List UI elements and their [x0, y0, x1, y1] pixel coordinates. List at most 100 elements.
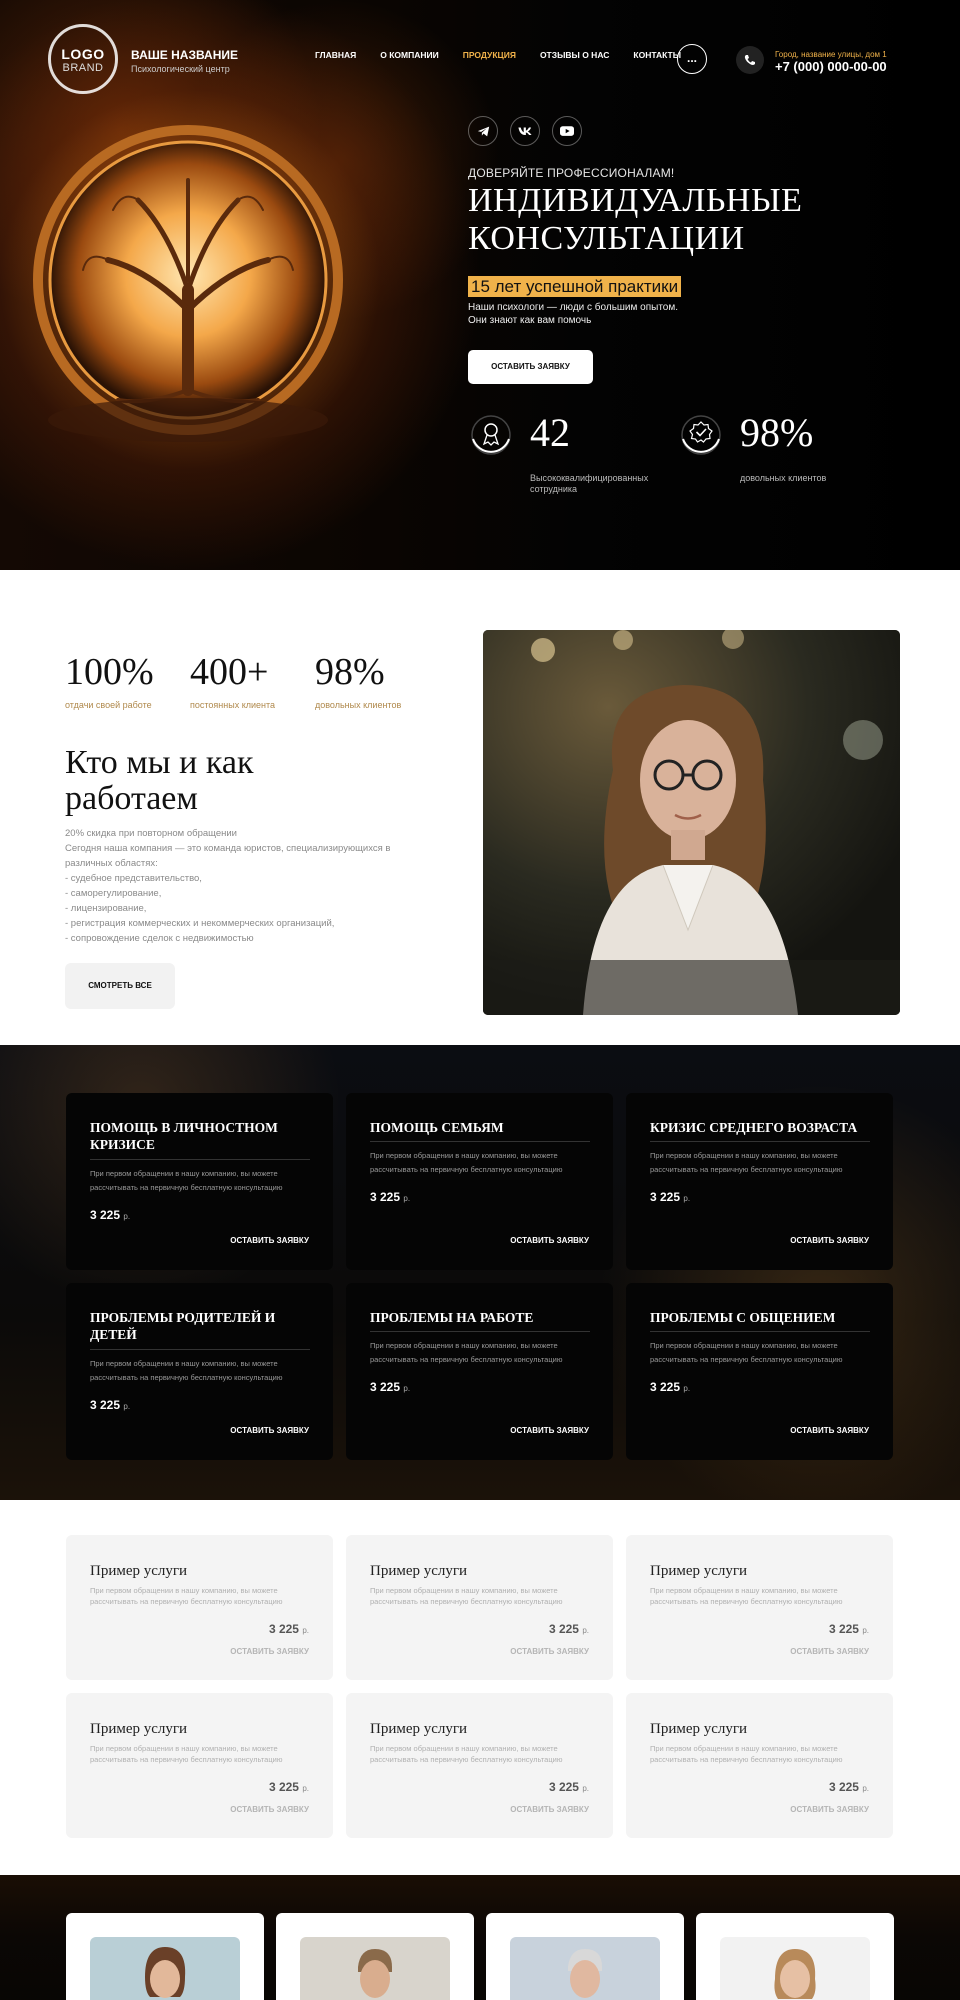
service-title: Пример услуги [90, 1563, 188, 1579]
youtube-icon[interactable] [552, 116, 582, 146]
service-description: При первом обращении в нашу компанию, вы… [90, 1744, 283, 1764]
hero-overline: ДОВЕРЯЙТЕ ПРОФЕССИОНАЛАМ! [468, 166, 675, 180]
about-line: - судебное представительство, [65, 873, 202, 884]
service-card: ПРОБЛЕМЫ С ОБЩЕНИЕМ При первом обращении… [626, 1283, 893, 1460]
team-member-photo [720, 1937, 870, 2000]
service-card: Пример услуги При первом обращении в наш… [626, 1535, 893, 1680]
request-button[interactable]: ОСТАВИТЬ ЗАЯВКУ [510, 1426, 589, 1435]
service-card: ПОМОЩЬ В ЛИЧНОСТНОМ КРИЗИСЕ При первом о… [66, 1093, 333, 1270]
hero-title: ИНДИВИДУАЛЬНЫЕ КОНСУЛЬТАЦИИ [468, 182, 803, 257]
service-price: 3 225 р. [549, 1780, 589, 1794]
service-card: КРИЗИС СРЕДНЕГО ВОЗРАСТА При первом обра… [626, 1093, 893, 1270]
brand-name: ВАШЕ НАЗВАНИЕ [131, 48, 239, 62]
price-value: 3 225 [548, 1622, 579, 1636]
service-price: 3 225 р. [90, 1208, 130, 1222]
menu-item-products[interactable]: ПРОДУКЦИЯ [463, 50, 516, 60]
logo[interactable]: LOGO BRAND [48, 24, 118, 94]
service-card: Пример услуги При первом обращении в наш… [346, 1693, 613, 1838]
service-price: 3 225 р. [650, 1190, 690, 1204]
price-value: 3 225 [268, 1622, 299, 1636]
hero-description: Наши психологи — люди с большим опытом. … [468, 301, 728, 327]
service-description: При первом обращении в нашу компанию, вы… [650, 1341, 843, 1364]
team-card[interactable] [66, 1913, 264, 2000]
check-badge-icon [681, 415, 721, 455]
request-button[interactable]: ОСТАВИТЬ ЗАЯВКУ [230, 1426, 309, 1435]
service-description: При первом обращении в нашу компанию, вы… [650, 1586, 843, 1606]
about-stat: 98% довольных клиентов [315, 650, 401, 710]
request-button[interactable]: ОСТАВИТЬ ЗАЯВКУ [790, 1805, 869, 1814]
award-icon [471, 415, 511, 455]
about-section: 100% отдачи своей работе 400+ постоянных… [0, 570, 960, 1045]
team-member-photo [510, 1937, 660, 2000]
service-title: КРИЗИС СРЕДНЕГО ВОЗРАСТА [650, 1120, 858, 1135]
menu-item-reviews[interactable]: ОТЗЫВЫ О НАС [540, 50, 609, 60]
about-stat-value: 98% [315, 651, 385, 693]
price-currency: р. [302, 1784, 309, 1793]
see-all-button[interactable]: СМОТРЕТЬ ВСЕ [65, 963, 175, 1009]
request-button[interactable]: ОСТАВИТЬ ЗАЯВКУ [790, 1236, 869, 1245]
service-card: ПРОБЛЕМЫ РОДИТЕЛЕЙ И ДЕТЕЙ При первом об… [66, 1283, 333, 1460]
request-button[interactable]: ОСТАВИТЬ ЗАЯВКУ [230, 1805, 309, 1814]
services-light-section: Пример услуги При первом обращении в наш… [0, 1500, 960, 1875]
team-card[interactable] [696, 1913, 894, 2000]
request-button[interactable]: ОСТАВИТЬ ЗАЯВКУ [790, 1426, 869, 1435]
vk-icon[interactable] [510, 116, 540, 146]
service-description: При первом обращении в нашу компанию, вы… [650, 1744, 843, 1764]
address-text: Город, название улицы, дом 1 [775, 50, 887, 59]
service-title: ПРОБЛЕМЫ С ОБЩЕНИЕМ [650, 1310, 836, 1325]
request-button[interactable]: ОСТАВИТЬ ЗАЯВКУ [510, 1647, 589, 1656]
price-value: 3 225 [828, 1780, 859, 1794]
hero-highlight: 15 лет успешной практики [468, 276, 682, 297]
telegram-icon[interactable] [468, 116, 498, 146]
service-title: Пример услуги [90, 1721, 188, 1737]
request-button[interactable]: ОСТАВИТЬ ЗАЯВКУ [510, 1236, 589, 1245]
price-currency: р. [862, 1626, 869, 1635]
team-card[interactable] [276, 1913, 474, 2000]
menu-item-about[interactable]: О КОМПАНИИ [380, 50, 438, 60]
about-title: Кто мы и как работаем [65, 744, 254, 817]
brand-subtitle: Психологический центр [131, 64, 230, 74]
service-description: При первом обращении в нашу компанию, вы… [370, 1341, 563, 1364]
price-currency: р. [123, 1212, 131, 1221]
services-dark-section: ПОМОЩЬ В ЛИЧНОСТНОМ КРИЗИСЕ При первом о… [0, 1045, 960, 1500]
phone-icon[interactable] [736, 46, 764, 74]
price-currency: р. [123, 1402, 131, 1411]
service-title: ПОМОЩЬ СЕМЬЯМ [370, 1120, 504, 1135]
service-title: ПРОБЛЕМЫ РОДИТЕЛЕЙ И ДЕТЕЙ [90, 1310, 276, 1342]
price-currency: р. [582, 1626, 589, 1635]
request-button[interactable]: ОСТАВИТЬ ЗАЯВКУ [790, 1647, 869, 1656]
about-stat-label: отдачи своей работе [65, 700, 152, 710]
brand: ВАШЕ НАЗВАНИЕ Психологический центр [131, 48, 238, 74]
price-value: 3 225 [548, 1780, 579, 1794]
about-stat: 400+ постоянных клиента [190, 650, 275, 710]
request-button[interactable]: ОСТАВИТЬ ЗАЯВКУ [230, 1647, 309, 1656]
service-title: Пример услуги [370, 1721, 468, 1737]
more-menu-button[interactable]: ... [677, 44, 707, 74]
service-title: ПРОБЛЕМЫ НА РАБОТЕ [370, 1310, 534, 1325]
service-title: Пример услуги [650, 1563, 748, 1579]
hero-stat-value: 42 [530, 410, 570, 455]
team-card[interactable] [486, 1913, 684, 2000]
hero-cta-button[interactable]: ОСТАВИТЬ ЗАЯВКУ [468, 350, 593, 384]
menu-item-home[interactable]: ГЛАВНАЯ [315, 50, 356, 60]
psychologist-photo [483, 630, 900, 1015]
service-description: При первом обращении в нашу компанию, вы… [370, 1586, 563, 1606]
service-price: 3 225 р. [829, 1780, 869, 1794]
request-button[interactable]: ОСТАВИТЬ ЗАЯВКУ [510, 1805, 589, 1814]
service-price: 3 225 р. [370, 1190, 410, 1204]
menu-item-contacts[interactable]: КОНТАКТЫ [633, 50, 681, 60]
about-stat-value: 100% [65, 651, 154, 693]
about-line: - регистрация коммерческих и некоммерчес… [65, 918, 335, 929]
about-stat-label: постоянных клиента [190, 700, 276, 710]
phone-number[interactable]: +7 (000) 000-00-00 [775, 59, 887, 74]
service-description: При первом обращении в нашу компанию, вы… [90, 1586, 283, 1606]
top-navigation: LOGO BRAND ВАШЕ НАЗВАНИЕ Психологический… [0, 0, 960, 120]
request-button[interactable]: ОСТАВИТЬ ЗАЯВКУ [230, 1236, 309, 1245]
main-menu: ГЛАВНАЯ О КОМПАНИИ ПРОДУКЦИЯ ОТЗЫВЫ О НА… [315, 50, 681, 60]
price-currency: р. [683, 1384, 691, 1393]
divider [90, 1349, 310, 1350]
price-currency: р. [582, 1784, 589, 1793]
price-value: 3 225 [650, 1190, 681, 1204]
about-line: - саморегулирование, [65, 888, 162, 899]
price-currency: р. [403, 1194, 411, 1203]
